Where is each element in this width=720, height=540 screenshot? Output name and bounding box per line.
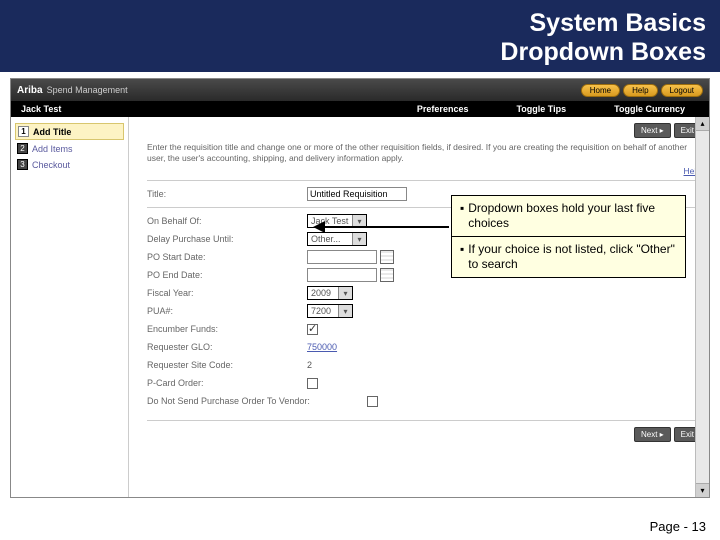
tab-preferences[interactable]: Preferences	[393, 104, 493, 114]
sidebar-item-label: Checkout	[32, 160, 70, 170]
site-code-label: Requester Site Code:	[147, 360, 307, 370]
nosend-checkbox[interactable]	[367, 396, 378, 407]
title-input[interactable]	[307, 187, 407, 201]
divider	[147, 180, 701, 181]
current-user: Jack Test	[11, 104, 71, 114]
callout-text: Dropdown boxes hold your last five choic…	[468, 201, 677, 231]
calendar-icon[interactable]	[380, 268, 394, 282]
delay-value: Other...	[308, 234, 352, 244]
behalf-label: On Behalf Of:	[147, 216, 307, 226]
arrow-head-icon	[313, 221, 325, 233]
encumber-checkbox[interactable]	[307, 324, 318, 335]
app-screenshot: Ariba Spend Management Home Help Logout …	[10, 78, 710, 498]
pua-label: PUA#:	[147, 306, 307, 316]
brand-name: Ariba	[17, 85, 43, 96]
chevron-down-icon: ▾	[338, 287, 352, 299]
help-link[interactable]: Help	[147, 166, 701, 176]
fiscal-year-value: 2009	[308, 288, 338, 298]
tab-toggle-tips[interactable]: Toggle Tips	[492, 104, 590, 114]
callout-text: If your choice is not listed, click "Oth…	[468, 242, 677, 272]
wizard-sidebar: 1 Add Title 2 Add Items 3 Checkout	[11, 117, 129, 497]
title-label: Title:	[147, 189, 307, 199]
chevron-down-icon: ▾	[352, 233, 366, 245]
divider	[147, 420, 701, 421]
step-number: 2	[17, 143, 28, 154]
po-start-label: PO Start Date:	[147, 252, 307, 262]
pua-dropdown[interactable]: 7200 ▾	[307, 304, 353, 318]
callout-line-1: ▪ Dropdown boxes hold your last five cho…	[452, 196, 685, 237]
calendar-icon[interactable]	[380, 250, 394, 264]
encumber-label: Encumber Funds:	[147, 324, 307, 334]
slide-title-bar: System Basics Dropdown Boxes	[0, 0, 720, 72]
logout-button[interactable]: Logout	[661, 84, 703, 97]
tab-toggle-currency[interactable]: Toggle Currency	[590, 104, 709, 114]
top-actions: Next ▸ Exit	[147, 123, 701, 138]
step-number: 1	[18, 126, 29, 137]
bottom-actions: Next ▸ Exit	[147, 427, 701, 442]
tab-bar: Jack Test Preferences Toggle Tips Toggle…	[11, 101, 709, 117]
intro-text: Enter the requisition title and change o…	[147, 142, 701, 164]
content-row: 1 Add Title 2 Add Items 3 Checkout Next …	[11, 117, 709, 497]
vertical-scrollbar[interactable]: ▴ ▾	[695, 117, 709, 497]
bullet-icon: ▪	[460, 242, 464, 272]
delay-dropdown[interactable]: Other... ▾	[307, 232, 367, 246]
pcard-checkbox[interactable]	[307, 378, 318, 389]
req-glo-label: Requester GLO:	[147, 342, 307, 352]
title-line-2: Dropdown Boxes	[500, 38, 706, 66]
sidebar-item-label: Add Items	[32, 144, 73, 154]
fiscal-year-label: Fiscal Year:	[147, 288, 307, 298]
nosend-label: Do Not Send Purchase Order To Vendor:	[147, 396, 367, 406]
chevron-down-icon: ▾	[338, 305, 352, 317]
sidebar-item-add-title[interactable]: 1 Add Title	[15, 123, 124, 140]
slide-title: System Basics Dropdown Boxes	[500, 9, 706, 67]
po-end-input[interactable]	[307, 268, 377, 282]
po-end-label: PO End Date:	[147, 270, 307, 280]
fiscal-year-dropdown[interactable]: 2009 ▾	[307, 286, 353, 300]
site-code-value: 2	[307, 360, 312, 370]
next-button[interactable]: Next ▸	[634, 427, 671, 442]
req-glo-value[interactable]: 750000	[307, 342, 337, 352]
pcard-label: P-Card Order:	[147, 378, 307, 388]
app-brand-group: Ariba Spend Management	[17, 85, 128, 96]
page-number: Page - 13	[650, 519, 706, 534]
step-number: 3	[17, 159, 28, 170]
brand-sub: Spend Management	[47, 85, 128, 95]
instruction-callout: ▪ Dropdown boxes hold your last five cho…	[451, 195, 686, 278]
sidebar-item-checkout[interactable]: 3 Checkout	[15, 157, 124, 172]
pua-value: 7200	[308, 306, 338, 316]
scroll-down-icon[interactable]: ▾	[696, 483, 709, 497]
sidebar-item-add-items[interactable]: 2 Add Items	[15, 141, 124, 156]
next-button[interactable]: Next ▸	[634, 123, 671, 138]
po-start-input[interactable]	[307, 250, 377, 264]
app-header: Ariba Spend Management Home Help Logout	[11, 79, 709, 101]
scroll-up-icon[interactable]: ▴	[696, 117, 709, 131]
pointer-arrow	[319, 226, 449, 228]
title-line-1: System Basics	[529, 9, 706, 37]
home-button[interactable]: Home	[581, 84, 620, 97]
bullet-icon: ▪	[460, 201, 464, 231]
main-panel: Next ▸ Exit Enter the requisition title …	[129, 117, 709, 497]
sidebar-item-label: Add Title	[33, 127, 71, 137]
help-button[interactable]: Help	[623, 84, 657, 97]
header-buttons: Home Help Logout	[581, 84, 703, 97]
delay-label: Delay Purchase Until:	[147, 234, 307, 244]
callout-line-2: ▪ If your choice is not listed, click "O…	[452, 237, 685, 277]
